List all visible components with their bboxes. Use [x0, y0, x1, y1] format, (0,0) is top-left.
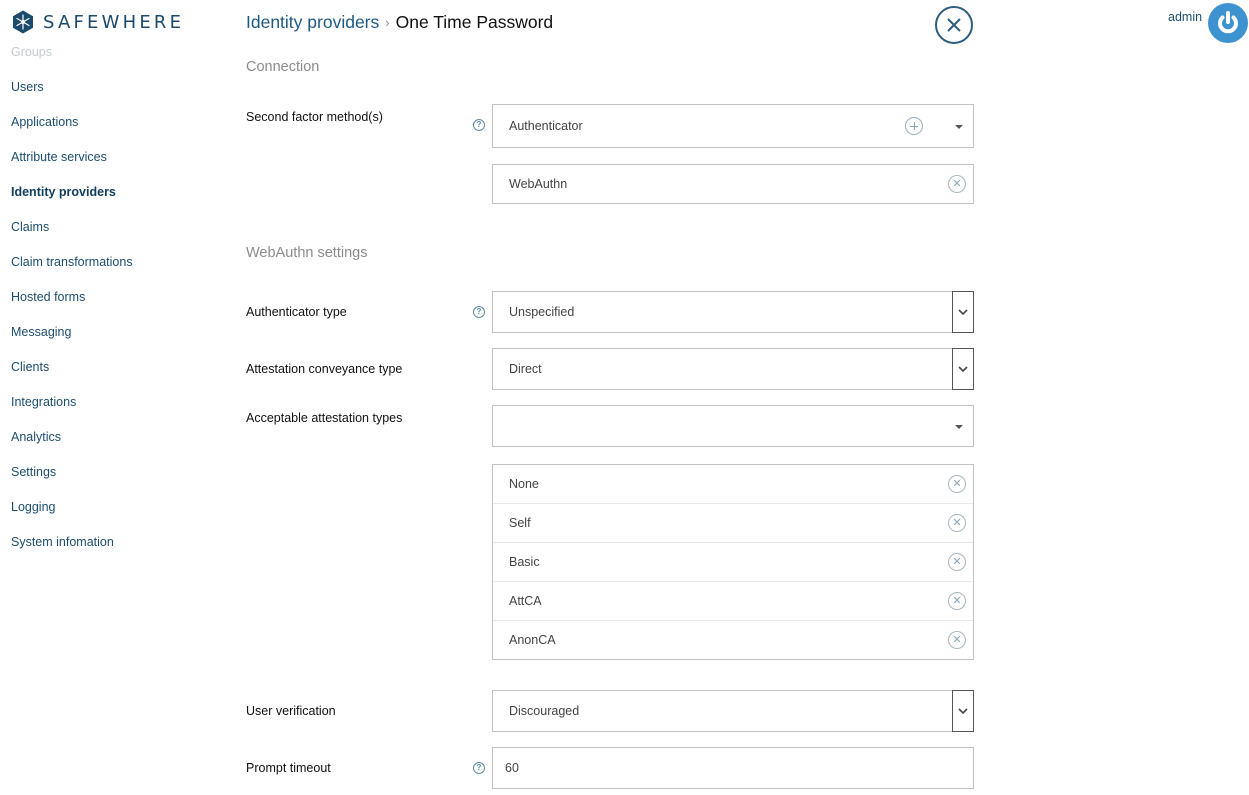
second-factor-select[interactable]: Authenticator — [492, 104, 974, 148]
list-item-label: None — [509, 477, 539, 491]
sidebar-item-identity-providers[interactable]: Identity providers — [11, 185, 133, 220]
list-item: AnonCA ✕ — [493, 621, 973, 659]
chevron-right-icon: › — [385, 15, 390, 30]
section-title-connection: Connection — [246, 59, 320, 75]
breadcrumb: Identity providers › One Time Password — [246, 12, 553, 33]
sidebar-item-settings[interactable]: Settings — [11, 465, 133, 500]
prompt-timeout-value: 60 — [505, 761, 519, 775]
remove-icon[interactable]: ✕ — [948, 553, 966, 571]
attestation-conveyance-value: Direct — [509, 362, 542, 376]
page-title: One Time Password — [395, 12, 554, 32]
list-item-label: AttCA — [509, 594, 542, 608]
acceptable-attestation-select[interactable] — [492, 405, 974, 447]
close-button[interactable] — [935, 6, 973, 44]
logo[interactable]: SAFEWHERE — [11, 10, 184, 34]
help-icon[interactable]: ? — [473, 762, 485, 774]
dropdown-button[interactable] — [952, 690, 974, 732]
label-authenticator-type: Authenticator type — [246, 305, 347, 319]
second-factor-select-value: Authenticator — [509, 119, 583, 133]
safewhere-logo-icon — [13, 10, 33, 34]
dropdown-button[interactable] — [952, 291, 974, 333]
remove-icon[interactable]: ✕ — [948, 592, 966, 610]
list-item-label: Self — [509, 516, 531, 530]
selected-method-label: WebAuthn — [509, 177, 568, 191]
label-attestation-conveyance: Attestation conveyance type — [246, 362, 403, 376]
sidebar-item-applications[interactable]: Applications — [11, 115, 133, 150]
logout-button[interactable] — [1208, 3, 1248, 43]
label-user-verification: User verification — [246, 704, 336, 718]
sidebar-item-users[interactable]: Users — [11, 80, 133, 115]
sidebar-item-hosted-forms[interactable]: Hosted forms — [11, 290, 133, 325]
list-item: Self ✕ — [493, 504, 973, 543]
sidebar-nav: Groups Users Applications Attribute serv… — [11, 45, 133, 570]
sidebar-item-analytics[interactable]: Analytics — [11, 430, 133, 465]
sidebar-item-attribute-services[interactable]: Attribute services — [11, 150, 133, 185]
sidebar-item-groups[interactable]: Groups — [11, 45, 133, 80]
chevron-down-icon — [958, 707, 968, 714]
sidebar-item-claim-transformations[interactable]: Claim transformations — [11, 255, 133, 290]
help-icon[interactable]: ? — [473, 306, 485, 318]
list-item: AttCA ✕ — [493, 582, 973, 621]
help-icon[interactable]: ? — [473, 119, 485, 131]
remove-icon[interactable]: ✕ — [948, 514, 966, 532]
brand-name: SAFEWHERE — [43, 11, 185, 33]
caret-down-icon[interactable] — [955, 425, 963, 429]
list-item: None ✕ — [493, 465, 973, 504]
sidebar-item-clients[interactable]: Clients — [11, 360, 133, 395]
close-icon — [947, 18, 961, 32]
chevron-down-icon — [958, 365, 968, 372]
sidebar: SAFEWHERE Groups Users Applications Attr… — [0, 0, 230, 795]
list-item-label: AnonCA — [509, 633, 556, 647]
label-acceptable-attestation: Acceptable attestation types — [246, 411, 403, 425]
authenticator-type-value: Unspecified — [509, 305, 575, 319]
chevron-down-icon — [958, 308, 968, 315]
add-icon[interactable] — [905, 117, 923, 135]
sidebar-item-system-information[interactable]: System infomation — [11, 535, 133, 570]
power-icon — [1218, 11, 1238, 34]
remove-icon[interactable]: ✕ — [948, 631, 966, 649]
remove-icon[interactable]: ✕ — [948, 175, 966, 193]
user-name[interactable]: admin — [1168, 10, 1202, 24]
caret-down-icon[interactable] — [955, 125, 963, 129]
section-title-webauthn: WebAuthn settings — [246, 245, 368, 261]
list-item-label: Basic — [509, 555, 540, 569]
dropdown-button[interactable] — [952, 348, 974, 390]
acceptable-attestation-list: None ✕ Self ✕ Basic ✕ AttCA ✕ AnonCA ✕ — [492, 464, 974, 660]
sidebar-item-logging[interactable]: Logging — [11, 500, 133, 535]
sidebar-item-claims[interactable]: Claims — [11, 220, 133, 255]
label-prompt-timeout: Prompt timeout — [246, 761, 331, 775]
user-verification-select[interactable]: Discouraged — [492, 690, 974, 732]
attestation-conveyance-select[interactable]: Direct — [492, 348, 974, 390]
authenticator-type-select[interactable]: Unspecified — [492, 291, 974, 333]
breadcrumb-identity-providers[interactable]: Identity providers — [246, 12, 379, 33]
sidebar-item-integrations[interactable]: Integrations — [11, 395, 133, 430]
label-second-factor: Second factor method(s) — [246, 110, 383, 124]
prompt-timeout-input[interactable]: 60 — [492, 747, 974, 789]
selected-method-item: WebAuthn ✕ — [492, 164, 974, 204]
sidebar-item-messaging[interactable]: Messaging — [11, 325, 133, 360]
remove-icon[interactable]: ✕ — [948, 475, 966, 493]
list-item: Basic ✕ — [493, 543, 973, 582]
user-verification-value: Discouraged — [509, 704, 580, 718]
